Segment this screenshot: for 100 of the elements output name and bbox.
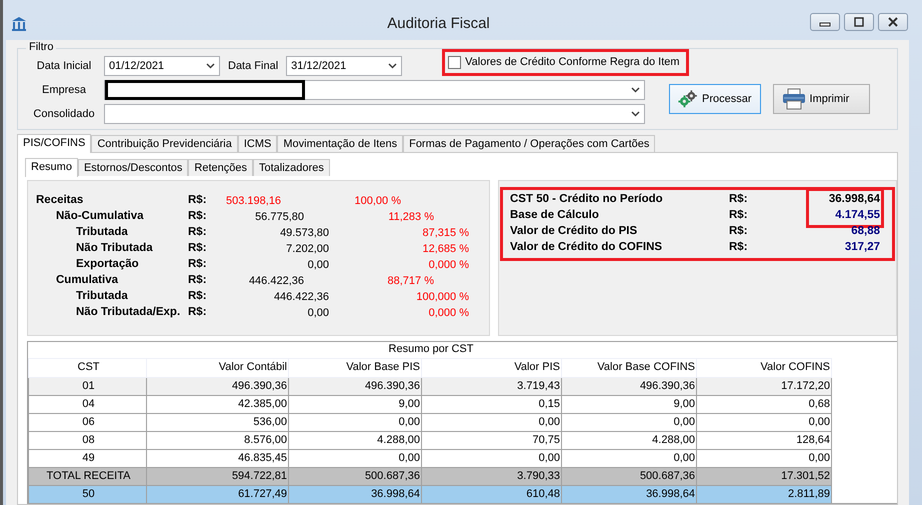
- summary-value: 7.202,00: [285, 242, 329, 256]
- credit-value: 317,27: [844, 240, 880, 256]
- table-cell: 610,48: [422, 485, 562, 503]
- percent-value: 11,283 %: [387, 210, 434, 224]
- credit-value: 68,88: [850, 224, 880, 240]
- table-cell: 0,15: [422, 395, 562, 413]
- percent-value: 88,717 %: [386, 274, 434, 288]
- table-cell: 36.998,64: [562, 485, 696, 503]
- summary-value: 49.573,80: [279, 226, 329, 240]
- table-cell: 496.390,36: [288, 377, 422, 395]
- currency-label: R$:: [729, 224, 749, 240]
- table-cell: 0,00: [696, 449, 832, 467]
- credit-label: Base de Cálculo: [510, 208, 600, 224]
- table-cell: 500.687,36: [288, 467, 422, 485]
- tab[interactable]: Movimentação de Itens: [277, 135, 404, 152]
- dropdown-field[interactable]: 31/12/2021: [286, 56, 402, 76]
- table-cell: 0,00: [288, 449, 422, 467]
- table-title: Resumo por CST: [28, 342, 832, 358]
- table-cell: 0,00: [696, 413, 832, 431]
- percent-value: 0,000 %: [428, 306, 469, 320]
- summary-value: 56.775,80: [254, 210, 304, 224]
- table-cell: 4.288,00: [562, 431, 696, 449]
- tab[interactable]: PIS/COFINS: [17, 134, 92, 153]
- currency-label: R$:: [729, 208, 749, 224]
- credit-label: Valor de Crédito do PIS: [510, 224, 638, 240]
- table-cell: 0,00: [288, 413, 422, 431]
- summary-label: Não Tributada: [75, 242, 154, 256]
- percent-value: 100,000 %: [415, 290, 469, 304]
- summary-value: 446.422,36: [272, 290, 329, 304]
- table-cell: 04: [28, 395, 146, 413]
- summary-label: Tributada: [75, 226, 129, 240]
- column-header: CST: [28, 358, 146, 377]
- toolbar-button[interactable]: Processar: [668, 84, 761, 114]
- column-header: Valor COFINS: [696, 358, 832, 377]
- currency-label: R$:: [188, 306, 208, 320]
- tab[interactable]: Contribuição Previdenciária: [91, 135, 238, 152]
- column-header: Valor PIS: [422, 358, 562, 377]
- table-cell: 9,00: [562, 395, 696, 413]
- table-cell: 0,68: [696, 395, 832, 413]
- table-cell: 61.727,49: [146, 485, 288, 503]
- table-cell: 594.722,81: [146, 467, 288, 485]
- table-cell: 3.719,43: [422, 377, 562, 395]
- credit-label: CST 50 - Crédito no Período: [510, 192, 664, 208]
- column-header: Valor Base COFINS: [562, 358, 696, 377]
- table-cell: 500.687,36: [562, 467, 696, 485]
- field-label: Empresa: [40, 84, 88, 96]
- table-cell: 46.835,45: [146, 449, 288, 467]
- column-header: Valor Contábil: [146, 358, 288, 377]
- table-cell: 0,00: [562, 413, 696, 431]
- percent-value: 0,000 %: [428, 258, 469, 272]
- tab[interactable]: Resumo: [25, 158, 78, 177]
- tab[interactable]: Estornos/Descontos: [78, 159, 188, 176]
- table-cell: 08: [28, 431, 146, 449]
- table-cell: 496.390,36: [146, 377, 288, 395]
- table-cell: 0,00: [422, 449, 562, 467]
- field-label: Data Final: [227, 60, 280, 72]
- table-cell: 128,64: [696, 431, 832, 449]
- tab[interactable]: Retenções: [188, 159, 253, 176]
- dropdown-field[interactable]: 01/12/2021: [104, 56, 220, 76]
- tab[interactable]: ICMS: [238, 135, 278, 152]
- percent-value: 12,685 %: [422, 242, 469, 256]
- table-cell: 9,00: [288, 395, 422, 413]
- field-label: Consolidado: [32, 108, 96, 120]
- table-cell: 4.288,00: [288, 431, 422, 449]
- credit-label: Valor de Crédito do COFINS: [510, 240, 664, 256]
- table-cell: 42.385,00: [146, 395, 288, 413]
- table-cell: 17.301,52: [696, 467, 832, 485]
- currency-label: R$:: [188, 290, 208, 304]
- table-cell: 49: [28, 449, 146, 467]
- percent-value: 100,00 %: [354, 194, 401, 208]
- credit-value: 4.174,55: [834, 208, 880, 224]
- credit-value: 36.998,64: [828, 192, 880, 208]
- currency-label: R$:: [188, 274, 208, 288]
- table-cell: 06: [28, 413, 146, 431]
- summary-value: 0,00: [306, 306, 329, 320]
- table-cell: 50: [28, 485, 146, 503]
- checkbox-label: Valores de Crédito Conforme Regra do Item: [465, 56, 680, 68]
- table-cell: TOTAL RECEITA: [28, 467, 146, 485]
- table-cell: 0,00: [562, 449, 696, 467]
- tab[interactable]: Totalizadores: [253, 159, 330, 176]
- toolbar-button[interactable]: Imprimir: [772, 84, 870, 114]
- summary-label: Exportação: [75, 258, 140, 272]
- currency-label: R$:: [188, 242, 208, 256]
- currency-label: R$:: [188, 194, 208, 208]
- summary-label: Receitas: [36, 194, 84, 208]
- currency-label: R$:: [188, 210, 208, 224]
- column-header: Valor Base PIS: [288, 358, 422, 377]
- summary-value: 0,00: [306, 258, 329, 272]
- tab[interactable]: Formas de Pagamento / Operações com Cartões: [403, 135, 656, 152]
- table-cell: 01: [28, 377, 146, 395]
- table-cell: 496.390,36: [562, 377, 696, 395]
- table-cell: 36.998,64: [288, 485, 422, 503]
- table-cell: 17.172,20: [696, 377, 832, 395]
- summary-label: Cumulativa: [55, 274, 119, 288]
- table-cell: 8.576,00: [146, 431, 288, 449]
- summary-label: Não Tributada/Exp.: [75, 306, 182, 320]
- table-cell: 0,00: [422, 413, 562, 431]
- currency-label: R$:: [188, 226, 208, 240]
- currency-label: R$:: [188, 258, 208, 272]
- currency-label: R$:: [729, 192, 749, 208]
